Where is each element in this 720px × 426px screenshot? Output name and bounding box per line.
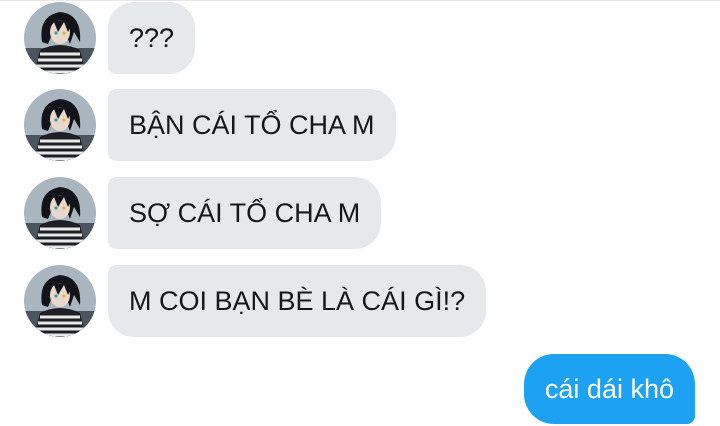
message-text: SỢ CÁI TỔ CHA M (129, 198, 361, 228)
incoming-message-4[interactable]: M COI BẠN BÈ LÀ CÁI GÌ!? (108, 265, 487, 337)
user-avatar-icon[interactable] (24, 89, 96, 161)
message-text: BẬN CÁI TỔ CHA M (129, 110, 375, 140)
user-avatar-icon[interactable] (24, 177, 96, 249)
message-text: ??? (129, 23, 175, 53)
incoming-message-3[interactable]: SỢ CÁI TỔ CHA M (108, 177, 382, 249)
user-avatar-icon[interactable] (24, 265, 96, 337)
incoming-message-2[interactable]: BẬN CÁI TỔ CHA M (108, 89, 396, 161)
outgoing-message-1[interactable]: cái dái khô (523, 354, 695, 424)
message-text: M COI BẠN BÈ LÀ CÁI GÌ!? (129, 286, 466, 316)
incoming-message-1[interactable]: ??? (108, 2, 196, 74)
user-avatar-icon[interactable] (24, 2, 96, 74)
message-text: cái dái khô (544, 374, 674, 404)
top-divider (0, 0, 720, 1)
